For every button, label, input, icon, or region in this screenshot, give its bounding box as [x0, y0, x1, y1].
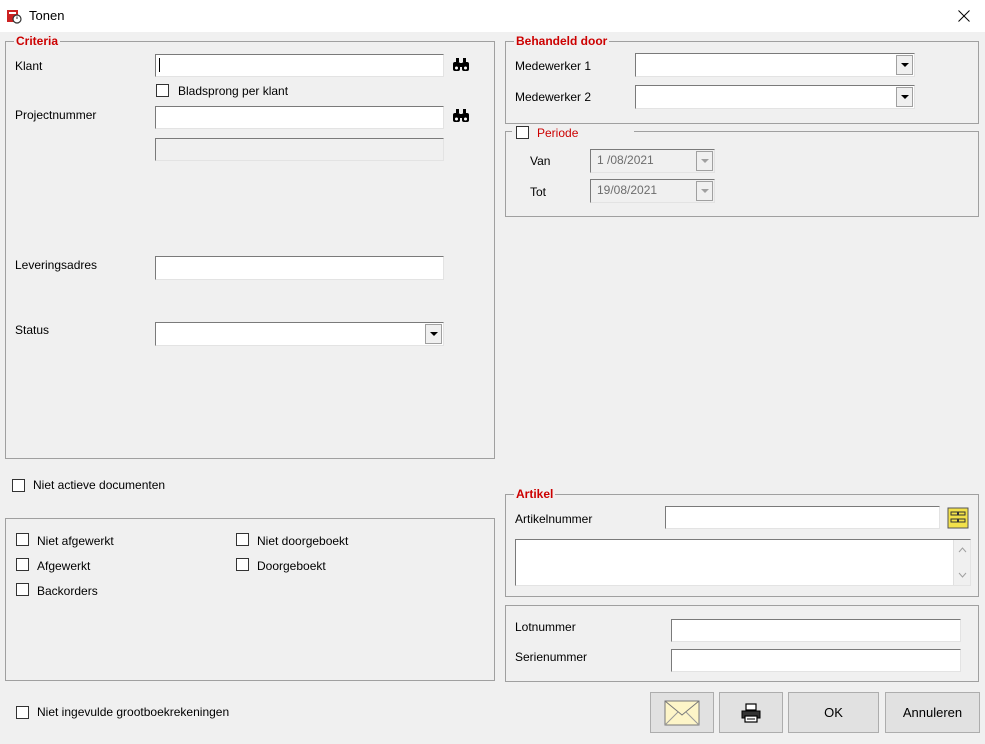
list-lookup-icon: [947, 507, 969, 529]
tot-label: Tot: [530, 185, 547, 199]
projectnummer-input[interactable]: [155, 106, 444, 129]
afgewerkt-checkbox[interactable]: [16, 558, 29, 571]
projectnummer-search-button[interactable]: [449, 104, 473, 128]
chevron-down-icon[interactable]: [696, 181, 713, 201]
behandeld-legend: Behandeld door: [514, 34, 610, 48]
niet-ingevulde-checkbox[interactable]: [16, 706, 29, 719]
van-date-value: 1 /08/2021: [597, 153, 654, 167]
periode-label: Periode: [537, 126, 579, 140]
criteria-group: [5, 41, 495, 459]
niet-doorgeboekt-label: Niet doorgeboekt: [257, 534, 349, 548]
niet-doorgeboekt-checkbox[interactable]: [236, 533, 249, 546]
artikelnummer-input[interactable]: [665, 506, 940, 529]
binoculars-icon: [453, 58, 469, 71]
text-caret: [159, 58, 160, 72]
niet-ingevulde-label: Niet ingevulde grootboekrekeningen: [37, 705, 230, 719]
chevron-down-icon[interactable]: [896, 87, 913, 107]
klant-input[interactable]: [155, 54, 444, 77]
niet-afgewerkt-checkbox[interactable]: [16, 533, 29, 546]
backorders-label: Backorders: [37, 584, 98, 598]
status-label: Status: [15, 323, 50, 337]
medewerker2-label: Medewerker 2: [515, 90, 592, 104]
niet-actieve-checkbox[interactable]: [12, 479, 25, 492]
klant-label: Klant: [15, 59, 43, 73]
periode-group: [505, 131, 979, 217]
email-button[interactable]: [650, 692, 714, 733]
scroll-down-icon[interactable]: [954, 567, 971, 583]
periode-checkbox[interactable]: [516, 126, 529, 139]
tot-date-picker[interactable]: 19/08/2021: [590, 179, 715, 203]
doorgeboekt-checkbox[interactable]: [236, 558, 249, 571]
printer-icon: [741, 702, 761, 723]
scroll-up-icon[interactable]: [954, 542, 971, 558]
artikelnummer-label: Artikelnummer: [515, 512, 593, 526]
medewerker2-select[interactable]: [635, 85, 915, 109]
close-button[interactable]: [944, 0, 985, 32]
medewerker1-label: Medewerker 1: [515, 59, 592, 73]
klant-search-button[interactable]: [449, 53, 473, 77]
status-select[interactable]: [155, 322, 444, 346]
envelope-icon: [664, 700, 700, 725]
afgewerkt-label: Afgewerkt: [37, 559, 91, 573]
annuleren-button[interactable]: Annuleren: [885, 692, 980, 733]
bladsprong-label: Bladsprong per klant: [178, 84, 289, 98]
medewerker1-select[interactable]: [635, 53, 915, 77]
lotnummer-input[interactable]: [671, 619, 961, 642]
van-date-picker[interactable]: 1 /08/2021: [590, 149, 715, 173]
close-icon: [958, 10, 970, 22]
backorders-checkbox[interactable]: [16, 583, 29, 596]
chevron-down-icon[interactable]: [896, 55, 913, 75]
chevron-down-icon[interactable]: [696, 151, 713, 171]
app-icon: [6, 8, 22, 24]
leveringsadres-label: Leveringsadres: [15, 258, 98, 272]
binoculars-icon: [453, 109, 469, 122]
serienummer-input[interactable]: [671, 649, 961, 672]
niet-afgewerkt-label: Niet afgewerkt: [37, 534, 114, 548]
criteria-legend: Criteria: [14, 34, 61, 48]
projectnummer-description-field: [155, 138, 444, 161]
print-button[interactable]: [719, 692, 783, 733]
serienummer-label: Serienummer: [515, 650, 588, 664]
artikel-lookup-button[interactable]: [945, 505, 971, 531]
artikel-description-area[interactable]: [515, 539, 971, 586]
projectnummer-label: Projectnummer: [15, 108, 97, 122]
artikel-legend: Artikel: [514, 487, 556, 501]
lotnummer-label: Lotnummer: [515, 620, 576, 634]
tot-date-value: 19/08/2021: [597, 183, 658, 197]
window-title: Tonen: [29, 8, 65, 23]
doorgeboekt-label: Doorgeboekt: [257, 559, 326, 573]
ok-button[interactable]: OK: [788, 692, 879, 733]
bladsprong-checkbox[interactable]: [156, 84, 169, 97]
van-label: Van: [530, 154, 551, 168]
title-bar: Tonen: [0, 0, 985, 32]
chevron-down-icon[interactable]: [425, 324, 442, 344]
leveringsadres-input[interactable]: [155, 256, 444, 280]
artikel-scrollbar[interactable]: [953, 540, 970, 585]
niet-actieve-label: Niet actieve documenten: [33, 478, 166, 492]
